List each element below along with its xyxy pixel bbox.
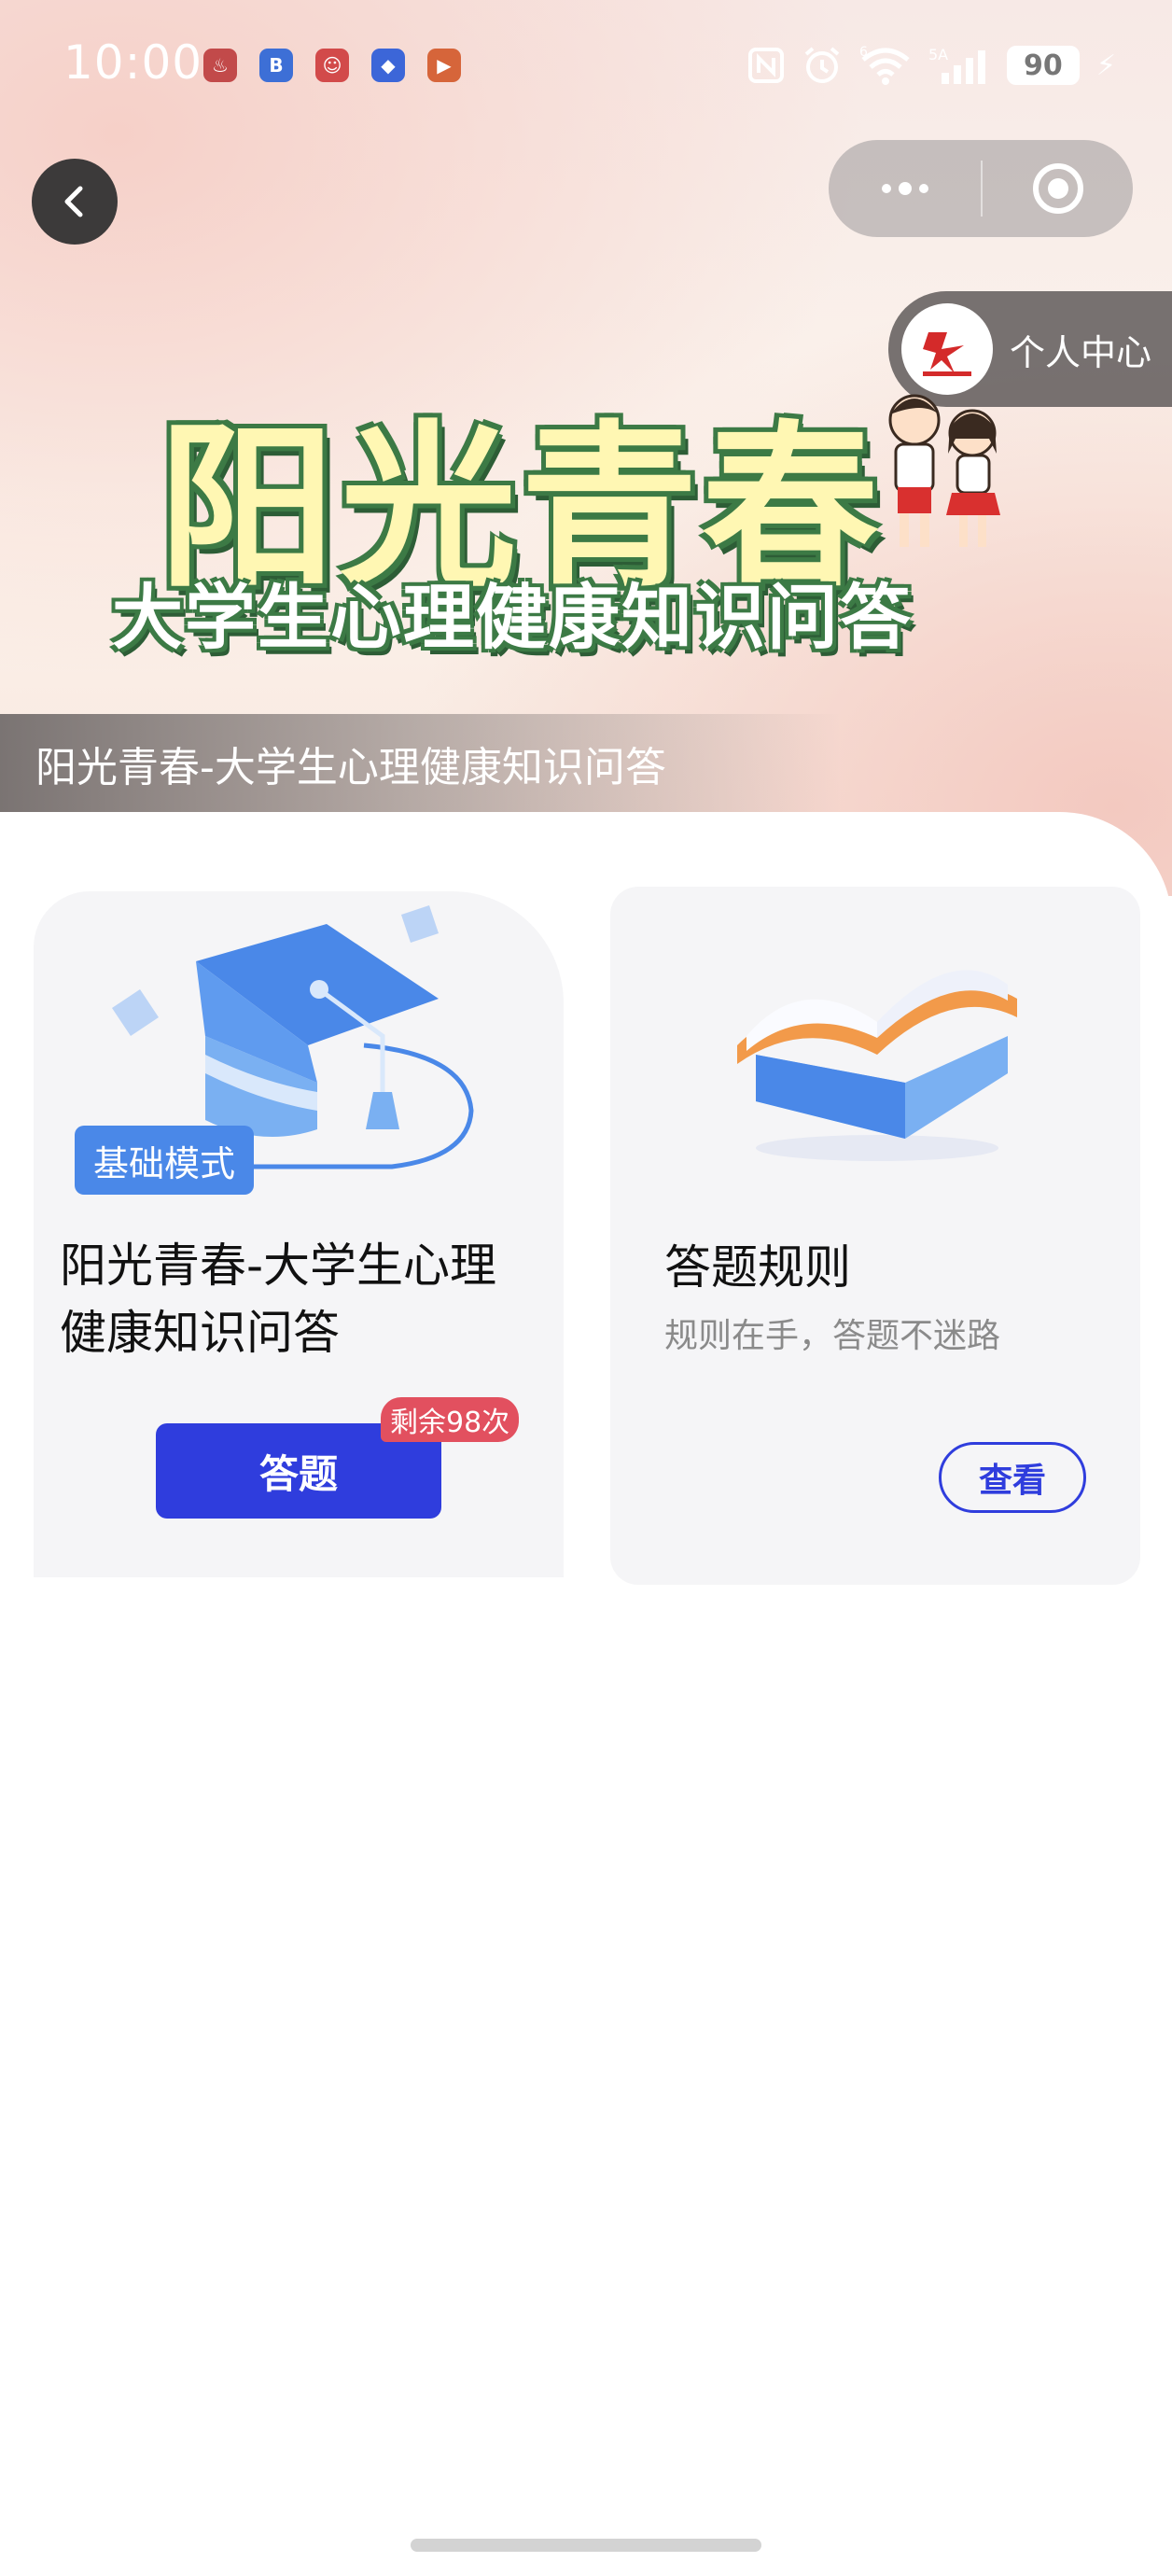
caption-bar: 阳光青春-大学生心理健康知识问答 — [0, 714, 840, 813]
home-indicator[interactable] — [411, 2539, 761, 2552]
signal-icon: 5A — [928, 45, 990, 86]
caption-text: 阳光青春-大学生心理健康知识问答 — [35, 744, 666, 791]
more-dots-icon — [881, 182, 928, 195]
charging-icon: ⚡ — [1095, 49, 1116, 82]
status-time: 10:00 — [63, 35, 203, 90]
back-button[interactable] — [32, 159, 118, 245]
banner-subtitle: 大学生心理健康知识问答 — [112, 576, 913, 659]
battery-icon: 90 — [1006, 46, 1080, 85]
wifi-icon: 6 — [859, 45, 912, 86]
app-icon-4: ◆ — [371, 49, 405, 82]
book-icon — [737, 970, 1017, 1161]
status-right-group: 6 5A 90 ⚡ — [747, 41, 1116, 90]
nfc-icon — [747, 45, 785, 86]
app-icon-1: ♨ — [203, 49, 237, 82]
mini-program-capsule — [829, 140, 1133, 237]
mode-badge: 基础模式 — [75, 1126, 255, 1195]
app-icon-5: ▶ — [427, 49, 461, 82]
alarm-icon — [802, 45, 843, 86]
rules-card-subtitle: 规则在手，答题不迷路 — [664, 1317, 1001, 1355]
status-bar: 10:00 ♨ B ☺ ◆ ▶ 6 5A 90 ⚡ — [0, 0, 1172, 131]
svg-text:5A: 5A — [928, 46, 948, 63]
remaining-count-badge: 剩余98次 — [381, 1397, 520, 1442]
battery-level: 90 — [1024, 49, 1063, 82]
close-button[interactable] — [983, 140, 1133, 237]
rules-card-title: 答题规则 — [664, 1240, 851, 1295]
personal-center-label: 个人中心 — [1010, 331, 1152, 373]
more-button[interactable] — [829, 140, 981, 237]
view-rules-button[interactable]: 查看 — [939, 1442, 1086, 1513]
kids-illustration-icon — [888, 394, 1000, 547]
chevron-left-icon — [64, 186, 83, 217]
app-icon-2: B — [259, 49, 293, 82]
app-icon-3: ☺ — [315, 49, 349, 82]
svg-text:6: 6 — [859, 45, 868, 60]
target-circle-icon — [1032, 163, 1083, 214]
quiz-card-title: 阳光青春-大学生心理健康知识问答 — [60, 1239, 497, 1360]
